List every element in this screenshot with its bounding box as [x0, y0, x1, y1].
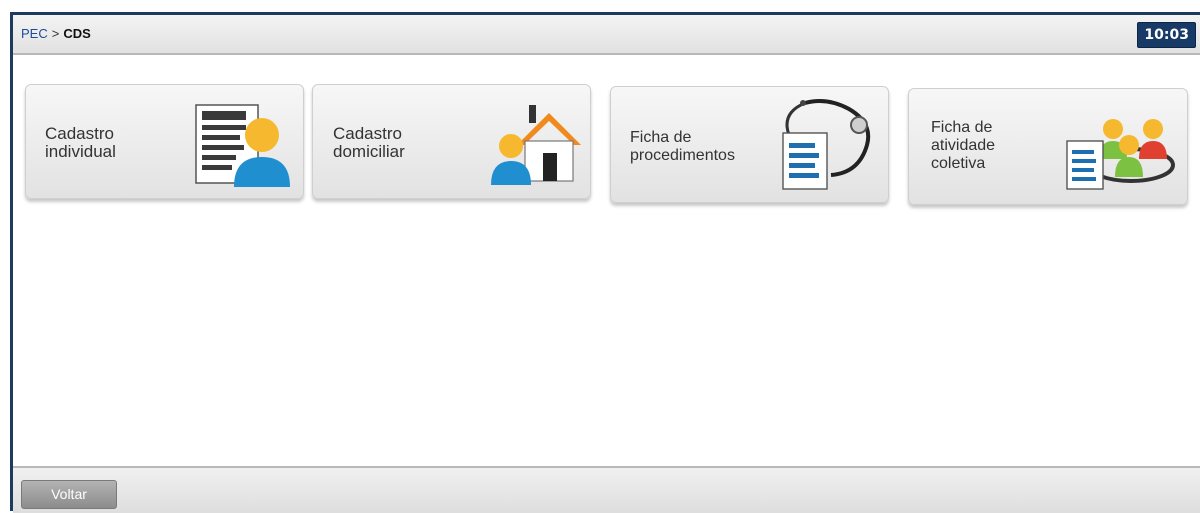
tile-ficha-de-procedimentos[interactable]: Ficha de procedimentos: [610, 86, 889, 203]
house-person-icon: [489, 101, 581, 185]
breadcrumb-root-link[interactable]: PEC: [21, 26, 48, 41]
tile-ficha-de-atividade-coletiva[interactable]: Ficha de atividade coletiva: [908, 88, 1188, 205]
tile-label: Ficha de procedimentos: [630, 129, 735, 164]
stethoscope-document-icon: [775, 95, 883, 191]
window-left-border: [10, 12, 13, 511]
clock-display: 10:03: [1137, 22, 1196, 48]
tile-label: Cadastro individual: [45, 124, 116, 161]
tile-label: Cadastro domiciliar: [333, 124, 405, 161]
top-bar: PEC > CDS 10:03: [13, 15, 1200, 55]
breadcrumb-separator: >: [51, 26, 60, 41]
back-button[interactable]: Voltar: [21, 480, 117, 509]
person-record-icon: [194, 101, 294, 187]
tile-label: Ficha de atividade coletiva: [931, 119, 996, 172]
breadcrumb-current: CDS: [63, 26, 91, 41]
breadcrumb: PEC > CDS: [21, 26, 91, 41]
tile-cadastro-domiciliar[interactable]: Cadastro domiciliar: [312, 84, 591, 199]
group-document-icon: [1059, 101, 1175, 193]
tile-cadastro-individual[interactable]: Cadastro individual: [25, 84, 304, 199]
bottom-bar: Voltar: [13, 466, 1200, 513]
app-window: PEC > CDS 10:03 Cadastro individual Cadast…: [0, 0, 1200, 513]
